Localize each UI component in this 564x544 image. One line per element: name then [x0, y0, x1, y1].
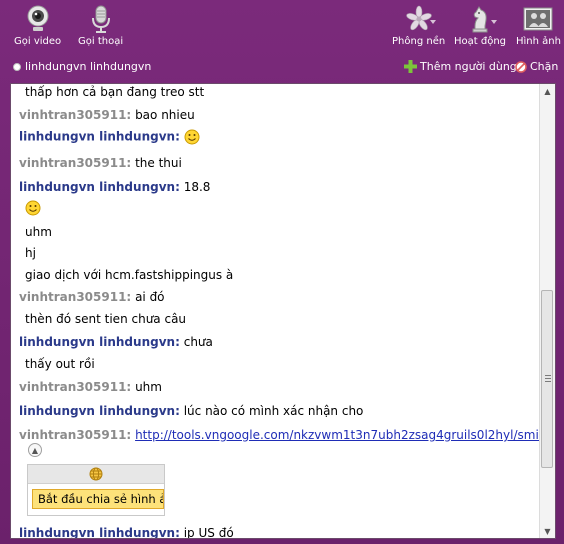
background-button[interactable]: Phông nền	[392, 4, 445, 47]
add-people-button[interactable]: Thêm người dùng	[404, 60, 517, 73]
microphone-icon	[86, 4, 116, 34]
message-sender: vinhtran305911	[19, 380, 127, 394]
message-text: 18.8	[183, 180, 211, 194]
video-call-button[interactable]: Gọi video	[14, 4, 61, 47]
message: vinhtran305911: bao nhieu	[19, 108, 195, 122]
user-bar: linhdungvn linhdungvn Thêm người dùng Ch…	[0, 57, 564, 79]
picture-button[interactable]: Hình ảnh	[516, 4, 561, 47]
message-text: giao dịch với hcm.fastshippingus à	[25, 268, 234, 282]
message-text: lúc nào có mình xác nhận cho	[183, 404, 364, 418]
message: vinhtran305911: the thui	[19, 156, 182, 170]
activity-dropdown-icon[interactable]	[491, 20, 497, 24]
message-text: thèn đó sent tien chưa câu	[25, 312, 187, 326]
chat-window: Gọi video Gọi thoại Phông nền Hoạt động …	[0, 0, 564, 544]
message: linhdungvn linhdungvn: chưa	[19, 335, 213, 349]
message: linhdungvn linhdungvn:	[19, 129, 200, 145]
scroll-down-icon[interactable]: ▼	[540, 524, 555, 538]
message: linhdungvn linhdungvn: lúc nào có mình x…	[19, 404, 364, 418]
message-text: uhm	[135, 380, 162, 394]
shared-link[interactable]: http://tools.vngoogle.com/nkzvwm1t3n7ubh…	[135, 428, 555, 442]
photo-people-icon	[523, 4, 553, 34]
message-sender: vinhtran305911	[19, 108, 127, 122]
message-text: ip US đó	[183, 526, 234, 539]
message-text: the thui	[135, 156, 182, 170]
message-text: ai đó	[135, 290, 165, 304]
share-panel-header	[28, 465, 164, 484]
activity-label: Hoạt động	[454, 36, 507, 47]
smiley-icon	[25, 200, 41, 216]
voice-call-button[interactable]: Gọi thoại	[78, 4, 123, 47]
background-label: Phông nền	[392, 36, 446, 47]
message-sender: linhdungvn linhdungvn	[19, 129, 176, 144]
message-sender: vinhtran305911	[19, 428, 127, 442]
contact-name: linhdungvn linhdungvn	[25, 60, 152, 73]
image-share-panel: Bắt đầu chia sẻ hình ảnh	[27, 464, 165, 516]
block-icon	[515, 60, 527, 73]
block-button[interactable]: Chặn	[515, 60, 558, 73]
scrollbar-thumb[interactable]	[541, 290, 553, 468]
status-icon[interactable]	[13, 63, 21, 71]
message: vinhtran305911: http://tools.vngoogle.co…	[19, 428, 555, 442]
message: vinhtran305911: ai đó	[19, 290, 165, 304]
chess-knight-icon	[465, 4, 495, 34]
chat-history[interactable]: thấp hơn cả bạn đang treo stt vinhtran30…	[10, 83, 556, 539]
voice-call-label: Gọi thoại	[78, 36, 124, 47]
picture-label: Hình ảnh	[516, 36, 561, 47]
message-text: chưa	[183, 335, 213, 349]
message-sender: linhdungvn linhdungvn	[19, 404, 176, 418]
collapse-icon[interactable]: ▲	[28, 443, 42, 457]
add-people-label: Thêm người dùng	[420, 60, 517, 73]
message-text: bao nhieu	[135, 108, 195, 122]
background-dropdown-icon[interactable]	[430, 20, 436, 24]
message: vinhtran305911: uhm	[19, 380, 162, 394]
webcam-icon	[23, 4, 53, 34]
message-text: thấy out rồi	[25, 357, 95, 371]
message-sender: vinhtran305911	[19, 156, 127, 170]
globe-icon	[89, 467, 103, 481]
message-sender: linhdungvn linhdungvn	[19, 526, 176, 539]
message	[25, 200, 41, 216]
message-sender: linhdungvn linhdungvn	[19, 180, 176, 194]
vertical-scrollbar[interactable]: ▲ ▼	[539, 84, 555, 538]
message-sender: linhdungvn linhdungvn	[19, 335, 176, 349]
activity-button[interactable]: Hoạt động	[454, 4, 506, 47]
plus-icon	[404, 60, 417, 73]
block-label: Chặn	[530, 60, 559, 73]
message-text: hj	[25, 246, 36, 260]
message-text: thấp hơn cả bạn đang treo stt	[25, 85, 205, 99]
scroll-up-icon[interactable]: ▲	[540, 84, 555, 98]
smiley-icon	[184, 129, 200, 145]
message-text: uhm	[25, 225, 52, 239]
video-call-label: Gọi video	[14, 36, 62, 47]
message-sender: vinhtran305911	[19, 290, 127, 304]
flower-icon	[404, 4, 434, 34]
toolbar: Gọi video Gọi thoại Phông nền Hoạt động …	[0, 0, 564, 56]
start-image-share-button[interactable]: Bắt đầu chia sẻ hình ảnh	[32, 489, 164, 509]
message: linhdungvn linhdungvn: 18.8	[19, 180, 211, 194]
message: linhdungvn linhdungvn: ip US đó	[19, 526, 234, 539]
